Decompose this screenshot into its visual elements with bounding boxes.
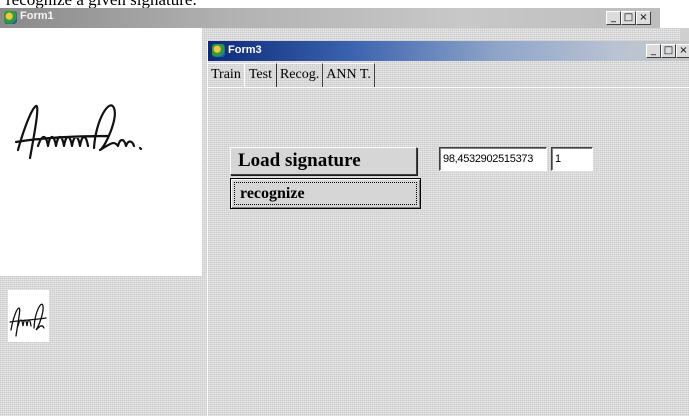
form1-title: Form1 bbox=[20, 10, 54, 22]
signature-image-panel bbox=[0, 28, 202, 276]
app-icon bbox=[212, 44, 225, 57]
close-button[interactable]: × bbox=[676, 44, 689, 58]
signature-thumbnail-image bbox=[9, 303, 47, 337]
minimize-button[interactable]: _ bbox=[646, 44, 661, 58]
form3-titlebar[interactable]: Form3 _ □ × bbox=[208, 41, 689, 61]
close-button[interactable]: × bbox=[636, 11, 651, 25]
recognize-button-label: recognize bbox=[240, 185, 305, 202]
tab-strip: Train Test Recog. ANN T. bbox=[208, 63, 375, 87]
tab-train[interactable]: Train bbox=[208, 63, 244, 87]
titlebar-edge bbox=[660, 8, 689, 28]
tab-test[interactable]: Test bbox=[243, 63, 277, 87]
maximize-button[interactable]: □ bbox=[621, 11, 636, 25]
count-field[interactable]: 1 bbox=[551, 147, 593, 171]
minimize-button[interactable]: _ bbox=[606, 11, 621, 25]
form3-client-area: Train Test Recog. ANN T. Load signature … bbox=[208, 61, 689, 416]
form3-title: Form3 bbox=[228, 44, 262, 56]
recognize-button[interactable]: recognize bbox=[230, 178, 421, 209]
maximize-button[interactable]: □ bbox=[661, 44, 676, 58]
load-signature-button[interactable]: Load signature bbox=[230, 147, 417, 175]
form1-window-controls: _ □ × bbox=[606, 11, 651, 25]
form3-window-controls: _ □ × bbox=[646, 44, 689, 58]
app-icon bbox=[4, 11, 17, 24]
signature-thumbnail bbox=[8, 290, 49, 342]
tab-ann-training[interactable]: ANN T. bbox=[323, 63, 375, 87]
tab-panel-border bbox=[208, 87, 689, 88]
signature-image bbox=[14, 104, 143, 160]
score-field[interactable]: 98,4532902515373 bbox=[439, 147, 547, 171]
form3-window: Form3 _ □ × Train Test Recog. ANN T. Loa… bbox=[207, 41, 689, 416]
tab-recog[interactable]: Recog. bbox=[276, 63, 324, 87]
form1-titlebar[interactable]: Form1 _ □ × bbox=[0, 8, 660, 28]
